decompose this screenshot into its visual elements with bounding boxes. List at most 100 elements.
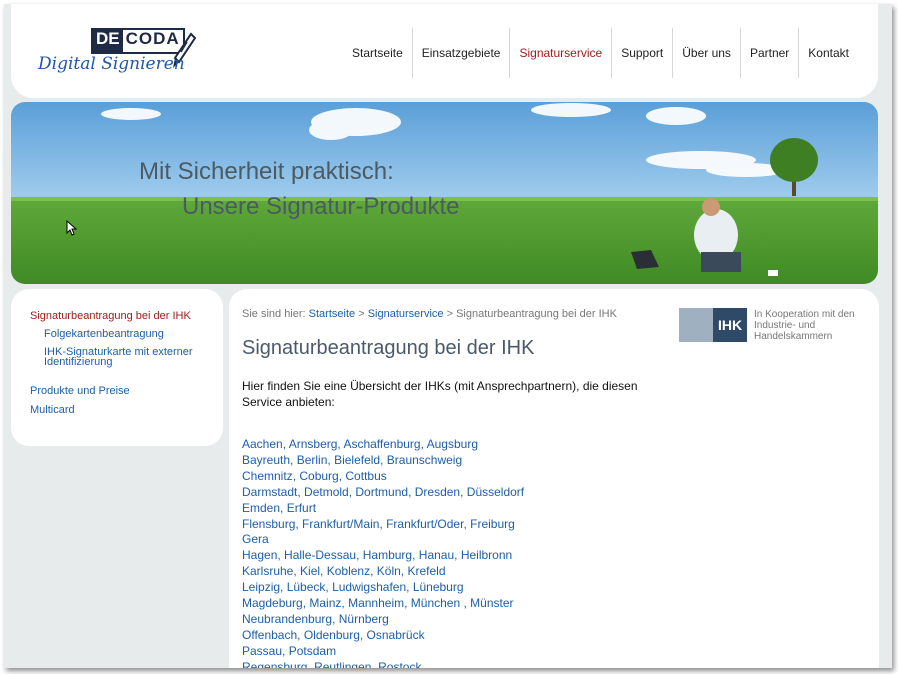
city-link[interactable]: Osnabrück <box>367 628 425 642</box>
city-separator: , <box>297 627 304 642</box>
city-link[interactable]: Gera <box>242 532 269 546</box>
city-link[interactable]: Hanau <box>419 548 454 562</box>
city-row: Magdeburg, Mainz, Mannheim, München , Mü… <box>242 596 524 612</box>
city-row: Passau, Potsdam <box>242 644 524 660</box>
city-row: Leipzig, Lübeck, Ludwigshafen, Lüneburg <box>242 580 524 596</box>
city-link[interactable]: Mannheim <box>348 596 404 610</box>
mouse-cursor-icon <box>66 220 77 236</box>
site-header: DE CODA Digital Signieren Startseite Ein… <box>11 4 878 98</box>
city-separator: , <box>280 500 287 515</box>
city-link[interactable]: Offenbach <box>242 628 297 642</box>
city-separator: , <box>320 564 327 579</box>
city-row: Chemnitz, Coburg, Cottbus <box>242 469 524 485</box>
city-row: Neubrandenburg, Nürnberg <box>242 612 524 628</box>
city-separator: , <box>290 452 297 467</box>
city-link[interactable]: Potsdam <box>289 644 336 658</box>
nav-signaturservice[interactable]: Signaturservice <box>509 28 611 78</box>
city-link[interactable]: Augsburg <box>427 437 478 451</box>
city-row: Hagen, Halle-Dessau, Hamburg, Hanau, Hei… <box>242 548 524 564</box>
city-link[interactable]: Reutlingen <box>314 660 371 668</box>
city-row: Regensburg, Reutlingen, Rostock <box>242 660 524 668</box>
city-link[interactable]: Emden <box>242 501 280 515</box>
sidebar-item-signaturbeantragung[interactable]: Signaturbeantragung bei der IHK <box>30 311 191 322</box>
page-title: Signaturbeantragung bei der IHK <box>242 337 535 359</box>
city-link[interactable]: Berlin <box>297 453 328 467</box>
city-link[interactable]: Flensburg <box>242 517 295 531</box>
nav-kontakt[interactable]: Kontakt <box>798 28 858 78</box>
city-link[interactable]: Nürnberg <box>339 612 389 626</box>
hero-banner: Mit Sicherheit praktisch: Unsere Signatu… <box>11 102 878 284</box>
city-separator: , <box>408 484 415 499</box>
city-link[interactable]: Lübeck <box>287 580 326 594</box>
city-link[interactable]: Detmold <box>304 485 349 499</box>
city-link[interactable]: Aachen <box>242 437 283 451</box>
intro-text: Hier finden Sie eine Übersicht der IHKs … <box>242 379 638 409</box>
breadcrumb-link-startseite[interactable]: Startseite <box>309 308 355 320</box>
city-link[interactable]: Rostock <box>378 660 421 668</box>
city-link[interactable]: Hagen <box>242 548 277 562</box>
city-link[interactable]: Aschaffenburg <box>343 437 420 451</box>
city-row: Emden, Erfurt <box>242 501 524 517</box>
city-separator: , <box>404 596 411 611</box>
city-row: Bayreuth, Berlin, Bielefeld, Braunschwei… <box>242 453 524 469</box>
city-link[interactable]: Oldenburg <box>304 628 360 642</box>
city-link[interactable]: Arnsberg <box>289 437 338 451</box>
city-link[interactable]: Halle-Dessau <box>284 548 356 562</box>
nav-support[interactable]: Support <box>611 28 672 78</box>
sidebar-item-folgekartenbeantragung[interactable]: Folgekartenbeantragung <box>44 329 164 340</box>
city-link[interactable]: Hamburg <box>363 548 412 562</box>
city-link[interactable]: Darmstadt <box>242 485 297 499</box>
city-link[interactable]: Dresden <box>415 485 460 499</box>
city-link[interactable]: Freiburg <box>470 517 515 531</box>
city-link[interactable]: Heilbronn <box>461 548 512 562</box>
city-link[interactable]: Coburg <box>299 469 338 483</box>
city-link[interactable]: Regensburg <box>242 660 307 668</box>
city-link[interactable]: Dortmund <box>355 485 408 499</box>
city-link[interactable]: Neubrandenburg <box>242 612 332 626</box>
city-link[interactable]: Bayreuth <box>242 453 290 467</box>
city-link[interactable]: Lüneburg <box>413 580 464 594</box>
city-link[interactable]: Erfurt <box>287 501 316 515</box>
city-link[interactable]: Krefeld <box>407 564 445 578</box>
sidebar-item-multicard[interactable]: Multicard <box>30 405 75 416</box>
city-link[interactable]: Cottbus <box>345 469 386 483</box>
browser-frame: DE CODA Digital Signieren Startseite Ein… <box>4 4 892 668</box>
city-link[interactable]: Münster <box>470 596 513 610</box>
nav-ueber-uns[interactable]: Über uns <box>672 28 740 78</box>
city-link[interactable]: Kiel <box>300 564 320 578</box>
city-link[interactable]: München <box>411 596 464 610</box>
breadcrumb-separator: > <box>446 308 454 320</box>
city-link[interactable]: Passau <box>242 644 282 658</box>
city-row: Flensburg, Frankfurt/Main, Frankfurt/Ode… <box>242 517 524 533</box>
city-link[interactable]: Düsseldorf <box>467 485 524 499</box>
sidebar-item-ihk-signaturkarte[interactable]: IHK-Signaturkarte mit externer Identifiz… <box>44 347 214 368</box>
city-row: Aachen, Arnsberg, Aschaffenburg, Augsbur… <box>242 437 524 453</box>
city-link[interactable]: Chemnitz <box>242 469 293 483</box>
breadcrumb-link-signaturservice[interactable]: Signaturservice <box>368 308 444 320</box>
city-link[interactable]: Koblenz <box>327 564 370 578</box>
ihk-caption: In Kooperation mit den Industrie- und Ha… <box>754 309 855 342</box>
city-link[interactable]: Frankfurt/Main <box>302 517 379 531</box>
city-link[interactable]: Ludwigshafen <box>332 580 406 594</box>
city-link[interactable]: Bielefeld <box>334 453 380 467</box>
logo-de: DE <box>93 30 123 52</box>
city-link[interactable]: Magdeburg <box>242 596 303 610</box>
sidebar-item-produkte-preise[interactable]: Produkte und Preise <box>30 386 130 397</box>
city-link[interactable]: Frankfurt/Oder <box>386 517 463 531</box>
city-link[interactable]: Braunschweig <box>387 453 462 467</box>
nav-partner[interactable]: Partner <box>739 28 798 78</box>
decoda-logo[interactable]: DE CODA Digital Signieren <box>38 26 198 84</box>
city-separator: , <box>412 548 419 563</box>
city-separator: , <box>370 564 377 579</box>
nav-startseite[interactable]: Startseite <box>343 28 412 78</box>
banner-headline-1: Mit Sicherheit praktisch: <box>139 158 394 185</box>
city-link[interactable]: Karlsruhe <box>242 564 293 578</box>
breadcrumb-prefix: Sie sind hier: <box>242 308 306 320</box>
breadcrumb-separator: > <box>358 308 365 320</box>
ihk-cooperation-badge: IHK In Kooperation mit den Industrie- un… <box>679 308 864 344</box>
city-link[interactable]: Mainz <box>309 596 341 610</box>
nav-einsatzgebiete[interactable]: Einsatzgebiete <box>411 28 510 78</box>
main-content: Sie sind hier: Startseite > Signaturserv… <box>229 289 879 668</box>
city-link[interactable]: Köln <box>377 564 401 578</box>
city-link[interactable]: Leipzig <box>242 580 280 594</box>
